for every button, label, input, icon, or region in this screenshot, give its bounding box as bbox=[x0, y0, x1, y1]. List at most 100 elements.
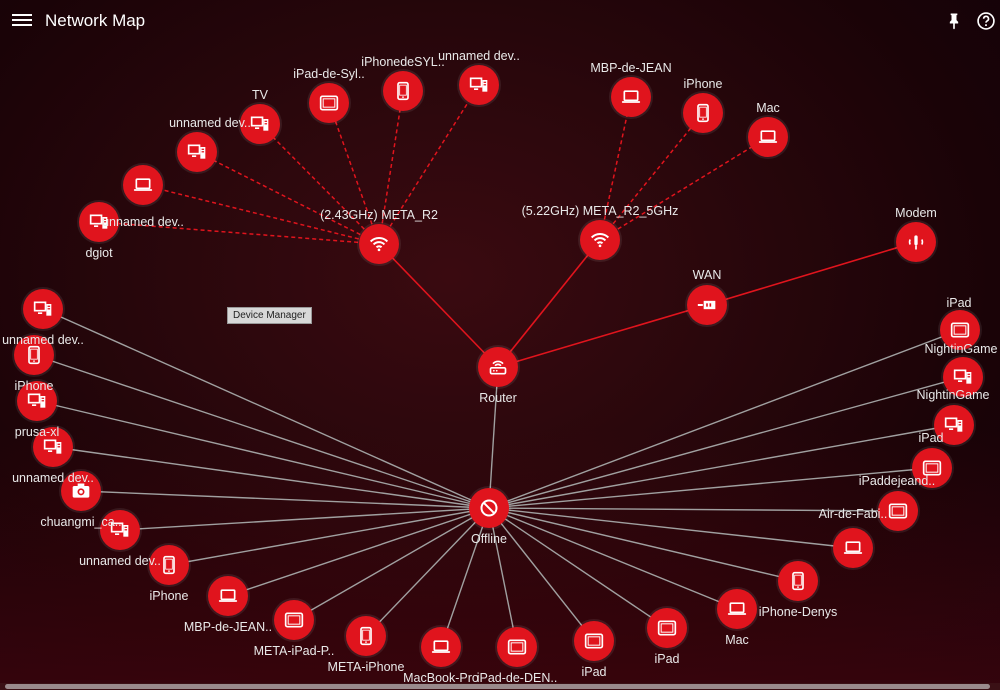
desktop-icon bbox=[187, 142, 207, 162]
modem-icon bbox=[906, 232, 926, 252]
device-label: Air-de-Fabi.. bbox=[818, 507, 888, 521]
device-label: unnamed dev.. bbox=[79, 554, 161, 568]
device-label: NightinGame bbox=[916, 388, 990, 402]
hub-label-offline: Offline bbox=[471, 532, 507, 546]
page-title: Network Map bbox=[45, 11, 146, 30]
link-ap5-device bbox=[599, 96, 632, 241]
hub-wan[interactable] bbox=[687, 285, 727, 325]
device-node[interactable] bbox=[497, 627, 537, 667]
device-node[interactable] bbox=[177, 132, 217, 172]
device-label: iPad-de-Syl.. bbox=[293, 67, 365, 81]
device-label: iPad bbox=[654, 652, 680, 666]
device-label: TV bbox=[252, 88, 268, 102]
device-node[interactable] bbox=[717, 589, 757, 629]
device-node[interactable] bbox=[421, 627, 461, 667]
device-label: unnamed dev.. bbox=[2, 333, 84, 347]
device-node[interactable] bbox=[274, 600, 314, 640]
device-label: chuangmi_ca.. bbox=[40, 515, 122, 529]
device-label: iPhonedeSYL.. bbox=[361, 55, 445, 69]
phone-icon bbox=[393, 81, 413, 101]
device-node[interactable] bbox=[683, 93, 723, 133]
tablet-icon bbox=[319, 93, 339, 113]
device-label: unnamed dev.. bbox=[12, 471, 94, 485]
hub-label-wan: WAN bbox=[692, 268, 722, 282]
horizontal-scrollbar[interactable] bbox=[0, 683, 1000, 690]
device-label: iPhone bbox=[14, 379, 54, 393]
link-router-wan bbox=[497, 304, 708, 368]
hub-ap24[interactable] bbox=[359, 224, 399, 264]
link-ap5-device bbox=[599, 112, 704, 241]
device-label: Mac bbox=[725, 633, 749, 647]
device-node[interactable] bbox=[346, 616, 386, 656]
device-node[interactable] bbox=[611, 77, 651, 117]
device-node[interactable] bbox=[383, 71, 423, 111]
device-node[interactable] bbox=[748, 117, 788, 157]
wifi-icon bbox=[590, 230, 610, 250]
laptop-icon bbox=[133, 175, 153, 195]
device-node[interactable] bbox=[778, 561, 818, 601]
hub-offline[interactable] bbox=[469, 488, 509, 528]
device-node[interactable] bbox=[574, 621, 614, 661]
device-label: MBP-de-JEAN.. bbox=[183, 620, 273, 634]
device-label: iPaddejeand.. bbox=[858, 474, 936, 488]
device-node[interactable] bbox=[208, 576, 248, 616]
device-node[interactable] bbox=[123, 165, 163, 205]
link-wan-modem bbox=[706, 241, 917, 306]
link-ap5-router bbox=[497, 239, 601, 368]
device-manager-tooltip: Device Manager bbox=[227, 307, 312, 324]
device-label: META-iPad-P.. bbox=[253, 644, 335, 658]
device-label: iPad bbox=[918, 431, 944, 445]
pin-icon[interactable] bbox=[944, 11, 964, 31]
hub-label-router: Router bbox=[479, 391, 517, 405]
device-label: iPad bbox=[946, 296, 972, 310]
phone-icon bbox=[788, 571, 808, 591]
laptop-icon bbox=[218, 586, 238, 606]
scrollbar-thumb[interactable] bbox=[5, 684, 990, 689]
device-label: dgiot bbox=[85, 246, 113, 260]
link-ap24-router bbox=[378, 243, 499, 368]
device-node[interactable] bbox=[833, 528, 873, 568]
link-offline-device bbox=[440, 507, 490, 648]
hub-router[interactable] bbox=[478, 347, 518, 387]
top-bar: Network Map bbox=[0, 0, 1000, 42]
link-ap24-device bbox=[196, 151, 380, 245]
tablet-icon bbox=[284, 610, 304, 630]
tablet-icon bbox=[507, 637, 527, 657]
link-offline-device bbox=[488, 507, 799, 582]
device-node[interactable] bbox=[459, 65, 499, 105]
laptop-icon bbox=[431, 637, 451, 657]
device-label: unnamed dev.. bbox=[102, 215, 184, 229]
link-ap5-device bbox=[599, 136, 769, 241]
tablet-icon bbox=[950, 320, 970, 340]
tablet-icon bbox=[657, 618, 677, 638]
link-ap24-device bbox=[328, 102, 380, 245]
device-label: unnamed dev.. bbox=[438, 49, 520, 63]
desktop-icon bbox=[944, 415, 964, 435]
laptop-icon bbox=[843, 538, 863, 558]
hub-label-ap24: (2.43GHz) META_R2 bbox=[320, 208, 438, 222]
device-node[interactable] bbox=[309, 83, 349, 123]
hub-ap5[interactable] bbox=[580, 220, 620, 260]
desktop-icon bbox=[33, 299, 53, 319]
link-offline-device bbox=[488, 507, 854, 549]
link-offline-device bbox=[488, 507, 668, 629]
phone-icon bbox=[356, 626, 376, 646]
device-node[interactable] bbox=[647, 608, 687, 648]
router-icon bbox=[488, 357, 508, 377]
device-label: META-iPhone bbox=[327, 660, 405, 674]
desktop-icon bbox=[953, 367, 973, 387]
device-node[interactable] bbox=[23, 289, 63, 329]
device-label: NightinGame bbox=[924, 342, 998, 356]
help-icon[interactable] bbox=[976, 11, 996, 31]
link-offline-device bbox=[33, 354, 490, 509]
network-links bbox=[33, 84, 964, 648]
desktop-icon bbox=[43, 437, 63, 457]
link-offline-device bbox=[488, 507, 595, 642]
phone-icon bbox=[159, 555, 179, 575]
hub-modem[interactable] bbox=[896, 222, 936, 262]
laptop-icon bbox=[758, 127, 778, 147]
ethernet-icon bbox=[697, 295, 717, 315]
hub-label-ap5: (5.22GHz) META_R2_5GHz bbox=[521, 204, 679, 218]
tablet-icon bbox=[584, 631, 604, 651]
menu-icon[interactable] bbox=[12, 11, 32, 29]
